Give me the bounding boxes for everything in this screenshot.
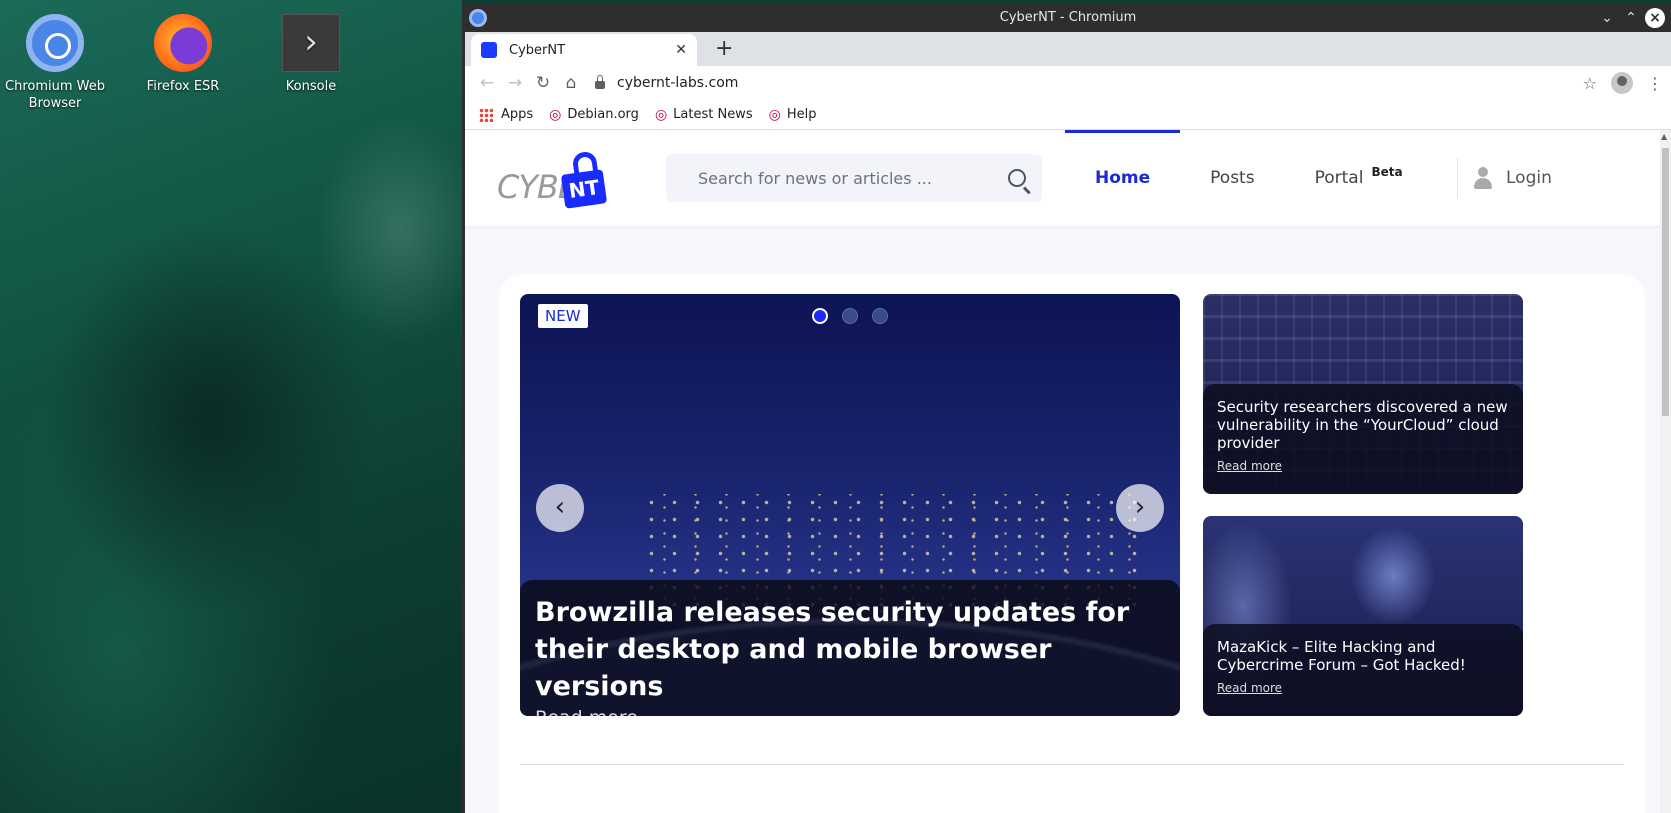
hero-caption: Browzilla releases security updates for … <box>520 580 1180 716</box>
nav-posts[interactable]: Posts <box>1180 130 1284 226</box>
carousel-indicators <box>812 308 888 324</box>
site-header: CYBER NT Search for news or articles ...… <box>465 130 1663 226</box>
search-icon[interactable] <box>1008 169 1026 187</box>
featured-card: NEW ‹ › Browzilla releases security upda… <box>499 274 1645 813</box>
search-placeholder: Search for news or articles ... <box>698 168 932 188</box>
site-logo[interactable]: CYBER NT <box>497 148 608 209</box>
carousel-dot[interactable] <box>842 308 858 324</box>
site-nav: Home Posts Portal Beta <box>1065 130 1433 226</box>
side-article-card[interactable]: Security researchers discovered a new vu… <box>1203 294 1523 494</box>
web-page: CYBER NT Search for news or articles ...… <box>465 130 1663 813</box>
profile-icon[interactable] <box>1611 72 1633 94</box>
home-icon[interactable]: ⌂ <box>557 69 585 97</box>
chromium-icon <box>26 14 84 72</box>
login-button[interactable]: Login <box>1457 158 1552 198</box>
bookmark-label: Apps <box>501 107 534 122</box>
hero-title[interactable]: Browzilla releases security updates for … <box>535 594 1165 705</box>
desktop-icon-label: Konsole <box>285 79 337 94</box>
bookmark-help[interactable]: ◎ Help <box>769 107 817 123</box>
carousel-prev-button[interactable]: ‹ <box>536 484 584 532</box>
minimize-icon[interactable]: ⌄ <box>1597 8 1617 28</box>
carousel-dot[interactable] <box>872 308 888 324</box>
desktop-icon-konsole[interactable]: › Konsole <box>251 14 371 95</box>
browser-toolbar: ← → ↻ ⌂ cybernt-labs.com ☆ ⋮ <box>465 66 1671 100</box>
logo-mark: NT <box>560 169 608 209</box>
reload-icon[interactable]: ↻ <box>529 69 557 97</box>
scroll-up-icon[interactable]: ▲ <box>1661 132 1667 141</box>
terminal-icon: › <box>282 14 340 72</box>
tab-strip: CyberNT ✕ + <box>465 32 1671 66</box>
desktop-icon-label: Chromium Web Browser <box>5 79 105 111</box>
window-titlebar[interactable]: CyberNT - Chromium ⌄ ⌃ × <box>465 4 1671 32</box>
bookmark-label: Debian.org <box>567 107 639 122</box>
side-article-read-more-link[interactable]: Read more <box>1217 681 1282 695</box>
firefox-icon <box>154 14 212 72</box>
address-bar[interactable]: cybernt-labs.com <box>595 69 1575 97</box>
page-scrollbar[interactable]: ▲ <box>1660 130 1671 813</box>
bookmark-debian[interactable]: ◎ Debian.org <box>549 107 639 123</box>
hero-carousel[interactable]: NEW ‹ › Browzilla releases security upda… <box>520 294 1180 716</box>
back-arrow-icon[interactable]: ← <box>473 69 501 97</box>
beta-badge: Beta <box>1371 165 1403 179</box>
desktop-icon-firefox[interactable]: Firefox ESR <box>123 14 243 95</box>
desktop: Chromium Web Browser Firefox ESR › Konso… <box>0 0 462 813</box>
side-article-read-more-link[interactable]: Read more <box>1217 459 1282 473</box>
bookmark-apps[interactable]: Apps <box>479 107 533 122</box>
debian-swirl-icon: ◎ <box>549 106 562 123</box>
section-divider <box>520 764 1624 765</box>
close-window-icon[interactable]: × <box>1645 8 1665 28</box>
menu-kebab-icon[interactable]: ⋮ <box>1647 74 1663 93</box>
nav-portal-label: Portal <box>1314 168 1364 188</box>
nav-portal[interactable]: Portal Beta <box>1285 130 1433 226</box>
login-label: Login <box>1506 168 1552 188</box>
search-input[interactable]: Search for news or articles ... <box>666 154 1042 202</box>
bookmark-label: Latest News <box>673 107 753 122</box>
side-article-caption: MazaKick – Elite Hacking and Cybercrime … <box>1203 624 1523 716</box>
tab-cybernt[interactable]: CyberNT ✕ <box>471 34 697 66</box>
debian-swirl-icon: ◎ <box>768 106 781 123</box>
url-text: cybernt-labs.com <box>617 75 739 91</box>
debian-swirl-icon: ◎ <box>654 106 668 123</box>
carousel-next-button[interactable]: › <box>1116 484 1164 532</box>
apps-grid-icon <box>479 107 493 122</box>
carousel-dot[interactable] <box>812 308 828 324</box>
tab-title: CyberNT <box>509 42 566 58</box>
close-tab-icon[interactable]: ✕ <box>675 42 687 58</box>
desktop-icon-label: Firefox ESR <box>146 79 220 94</box>
bookmark-latest-news[interactable]: ◎ Latest News <box>655 107 753 123</box>
hero-read-more-link[interactable]: Read more <box>535 707 638 716</box>
bookmarks-bar: Apps ◎ Debian.org ◎ Latest News ◎ Help <box>465 100 1671 130</box>
lock-icon <box>595 75 605 89</box>
window-title: CyberNT - Chromium <box>999 10 1137 25</box>
site-favicon-icon <box>481 42 497 58</box>
scrollbar-thumb[interactable] <box>1662 148 1669 416</box>
desktop-icon-chromium[interactable]: Chromium Web Browser <box>0 14 115 112</box>
browser-window: CyberNT - Chromium ⌄ ⌃ × CyberNT ✕ + ← →… <box>462 4 1671 813</box>
user-icon <box>1474 167 1492 189</box>
side-article-title[interactable]: MazaKick – Elite Hacking and Cybercrime … <box>1217 638 1509 674</box>
side-article-caption: Security researchers discovered a new vu… <box>1203 384 1523 494</box>
forward-arrow-icon[interactable]: → <box>501 69 529 97</box>
new-tab-icon[interactable]: + <box>715 38 733 60</box>
bookmark-star-icon[interactable]: ☆ <box>1583 74 1597 93</box>
maximize-icon[interactable]: ⌃ <box>1621 8 1641 28</box>
side-article-card[interactable]: MazaKick – Elite Hacking and Cybercrime … <box>1203 516 1523 716</box>
side-article-title[interactable]: Security researchers discovered a new vu… <box>1217 398 1509 452</box>
bookmark-label: Help <box>786 107 817 122</box>
nav-home[interactable]: Home <box>1065 130 1181 226</box>
new-badge: NEW <box>538 304 588 328</box>
